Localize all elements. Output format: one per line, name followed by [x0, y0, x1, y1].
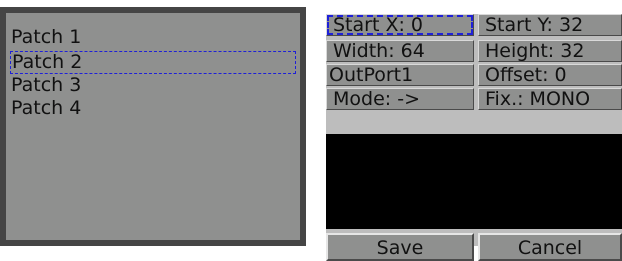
patch-list[interactable]: Patch 1 Patch 2 Patch 3 Patch 4 [0, 7, 306, 246]
mode-field[interactable]: Mode: -> [326, 88, 474, 110]
patch-settings-panel: Start X: 0 Start Y: 32 Width: 64 Height:… [326, 14, 622, 261]
list-item-patch-1[interactable]: Patch 1 [10, 26, 296, 49]
patch-preview-area [326, 134, 622, 229]
list-item-patch-2[interactable]: Patch 2 [10, 51, 296, 74]
start-y-field[interactable]: Start Y: 32 [478, 14, 622, 36]
height-field[interactable]: Height: 32 [478, 40, 622, 62]
offset-field[interactable]: Offset: 0 [478, 64, 622, 86]
width-field[interactable]: Width: 64 [326, 40, 474, 62]
fix-field[interactable]: Fix.: MONO [478, 88, 622, 110]
out-port-field[interactable]: OutPort1 [326, 64, 474, 86]
list-item-patch-4[interactable]: Patch 4 [10, 97, 296, 120]
start-x-field[interactable]: Start X: 0 [326, 14, 474, 36]
save-button[interactable]: Save [326, 233, 474, 261]
list-item-patch-3[interactable]: Patch 3 [10, 74, 296, 97]
cancel-button[interactable]: Cancel [478, 233, 622, 261]
